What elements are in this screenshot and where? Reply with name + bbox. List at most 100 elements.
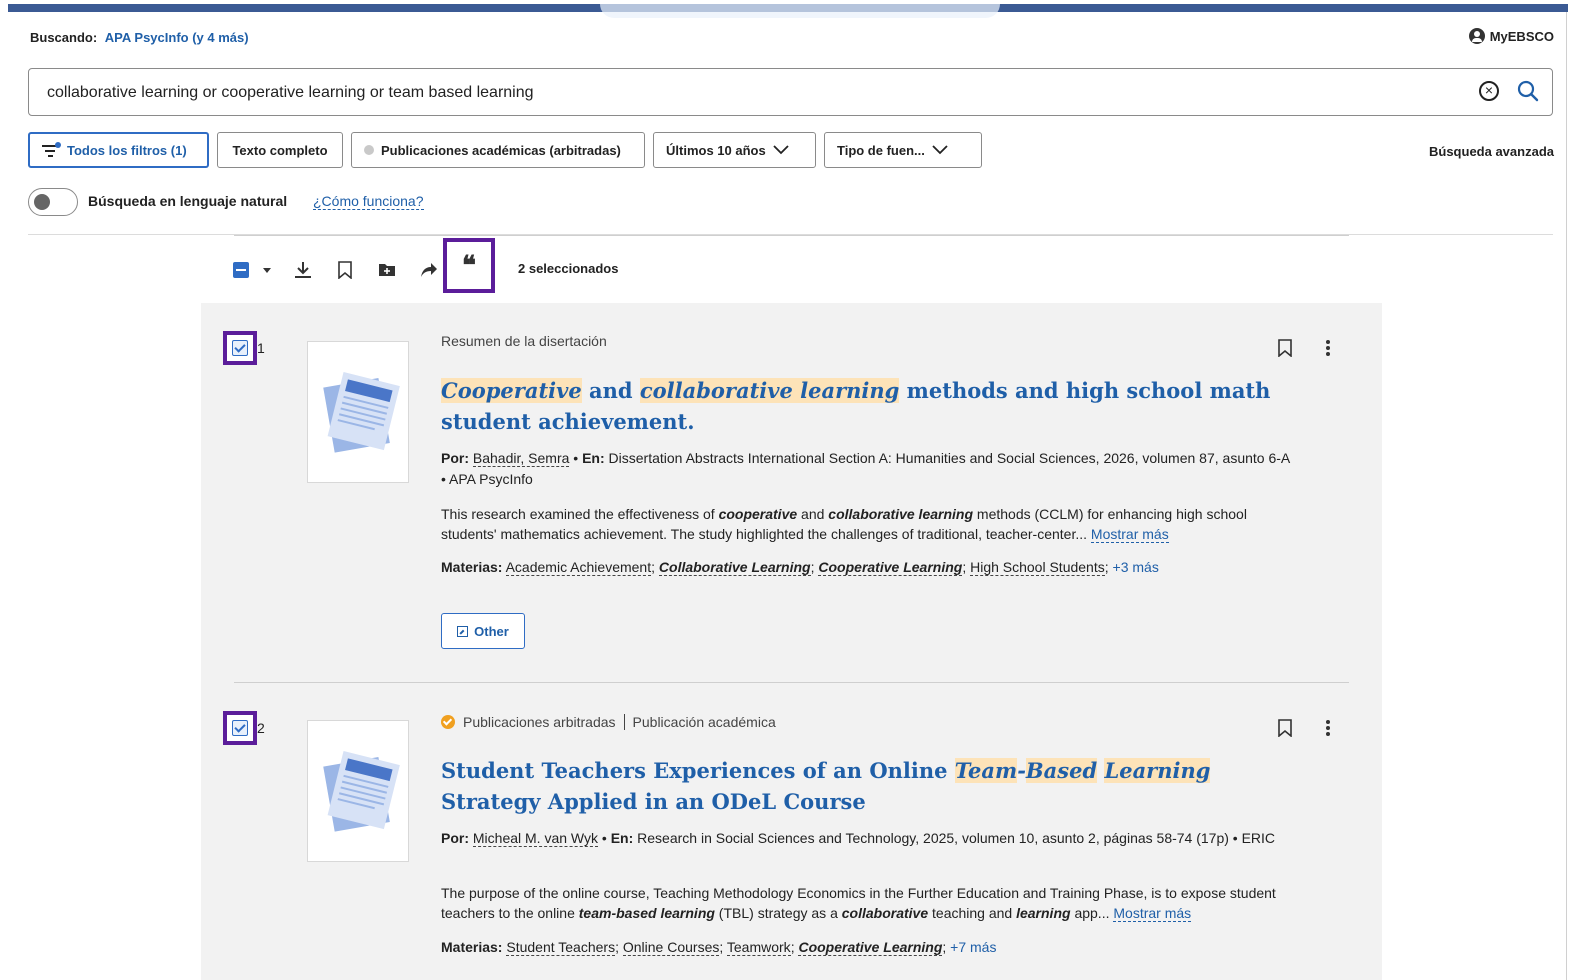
share-icon[interactable] xyxy=(419,260,439,280)
searching-label: Buscando: xyxy=(30,30,98,45)
myebsco-button[interactable]: MyEBSCO xyxy=(1468,28,1554,44)
all-filters-label: Todos los filtros (1) xyxy=(67,142,187,158)
more-subjects-link[interactable]: +3 más xyxy=(1113,559,1159,575)
select-all-checkbox[interactable] xyxy=(233,262,249,278)
subject-link[interactable]: Online Courses xyxy=(622,939,720,956)
more-options-icon[interactable] xyxy=(1320,719,1336,737)
full-text-label: Texto completo xyxy=(232,142,328,158)
title-text: Student Teachers Experiences of an Onlin… xyxy=(441,758,955,783)
select-menu-caret-icon[interactable] xyxy=(263,267,271,273)
title-text: Strategy Applied in an ODeL Course xyxy=(441,789,866,814)
result-checkbox[interactable] xyxy=(223,711,257,745)
subjects-label: Materias: xyxy=(441,939,503,955)
title-text: and xyxy=(581,378,640,403)
chevron-down-icon xyxy=(773,145,789,155)
subjects-label: Materias: xyxy=(441,559,503,575)
external-link-icon xyxy=(457,625,469,637)
add-to-folder-icon[interactable] xyxy=(377,260,397,280)
author-link[interactable]: Bahadir, Semra xyxy=(472,450,570,467)
result-number: 2 xyxy=(257,720,265,736)
result-byline: Por: Micheal M. van Wyk • En: Research i… xyxy=(441,830,1276,847)
document-thumbnail[interactable] xyxy=(307,720,409,862)
document-type-label: Publicación académica xyxy=(632,714,776,730)
subject-link[interactable]: High School Students xyxy=(970,559,1105,576)
author-link[interactable]: Micheal M. van Wyk xyxy=(472,830,599,847)
search-icon[interactable] xyxy=(1516,79,1540,103)
separator-bar xyxy=(623,714,625,730)
abstract-text: This research examined the effectiveness… xyxy=(441,506,719,522)
show-more-link[interactable]: Mostrar más xyxy=(1090,526,1169,543)
document-icon xyxy=(323,372,400,453)
top-accent-curve xyxy=(600,4,1000,18)
subject-link[interactable]: Collaborative Learning xyxy=(658,559,811,576)
title-highlight: Team xyxy=(954,758,1018,783)
subject-link[interactable]: Student Teachers xyxy=(506,939,616,956)
peer-reviewed-icon xyxy=(441,715,455,729)
search-input[interactable] xyxy=(45,79,1449,107)
abstract-text: teaching and xyxy=(928,905,1017,921)
result-separator xyxy=(234,682,1349,683)
more-options-icon[interactable] xyxy=(1320,339,1336,357)
subject-link[interactable]: Cooperative Learning xyxy=(818,559,963,576)
peer-reviewed-label: Publicaciones académicas (arbitradas) xyxy=(381,142,621,158)
peer-reviewed-label: Publicaciones arbitradas xyxy=(463,714,616,730)
result-checkbox[interactable] xyxy=(223,331,257,365)
more-subjects-link[interactable]: +7 más xyxy=(950,939,996,955)
result-title[interactable]: Cooperative and collaborative learning m… xyxy=(441,375,1291,437)
source-text: Research in Social Sciences and Technolo… xyxy=(637,830,1276,846)
document-thumbnail[interactable] xyxy=(307,341,409,483)
result-subjects: Materias: Academic Achievement; Collabor… xyxy=(441,559,1159,576)
search-box: × xyxy=(28,68,1553,116)
filter-icon xyxy=(42,142,61,158)
by-label: Por: xyxy=(441,830,469,846)
subject-link[interactable]: Cooperative Learning xyxy=(798,939,943,956)
checkbox-checked-icon xyxy=(232,720,248,736)
bookmark-icon[interactable] xyxy=(1277,719,1293,737)
document-type: Publicaciones arbitradas Publicación aca… xyxy=(441,714,776,730)
how-it-works-link[interactable]: ¿Cómo funciona? xyxy=(313,193,424,210)
full-text-filter[interactable]: Texto completo xyxy=(217,132,343,168)
other-link-button[interactable]: Other xyxy=(441,613,525,649)
result-abstract: This research examined the effectiveness… xyxy=(441,504,1291,544)
natural-language-label: Búsqueda en lenguaje natural xyxy=(88,193,288,209)
result-number: 1 xyxy=(257,340,265,356)
natural-language-toggle[interactable] xyxy=(28,188,78,216)
source-type-dropdown[interactable]: Tipo de fuen... xyxy=(824,132,982,168)
results-toolbar xyxy=(233,256,439,284)
document-type-label: Resumen de la disertación xyxy=(441,333,607,349)
subject-link[interactable]: Teamwork xyxy=(726,939,791,956)
abstract-term: team-based learning xyxy=(578,905,715,921)
abstract-term: learning xyxy=(1016,905,1071,921)
document-type: Resumen de la disertación xyxy=(441,333,607,349)
title-text: - xyxy=(1017,758,1026,783)
cite-icon[interactable]: ❝ xyxy=(443,238,495,293)
abstract-text: and xyxy=(797,506,829,522)
advanced-search-link[interactable]: Búsqueda avanzada xyxy=(1429,144,1554,159)
title-highlight: collaborative learning xyxy=(639,378,900,403)
show-more-link[interactable]: Mostrar más xyxy=(1113,905,1192,922)
date-range-dropdown[interactable]: Últimos 10 años xyxy=(653,132,816,168)
other-link-label: Other xyxy=(474,623,509,639)
page-border xyxy=(1566,12,1567,980)
result-title[interactable]: Student Teachers Experiences of an Onlin… xyxy=(441,755,1291,817)
selected-count: 2 seleccionados xyxy=(518,261,619,276)
by-label: Por: xyxy=(441,450,469,466)
abstract-term: collaborative xyxy=(841,905,929,921)
toggle-dot-icon xyxy=(364,145,374,155)
in-label: En: xyxy=(610,830,634,846)
download-icon[interactable] xyxy=(293,260,313,280)
checkbox-checked-icon xyxy=(232,340,248,356)
abstract-term: collaborative learning xyxy=(828,506,974,522)
all-filters-button[interactable]: Todos los filtros (1) xyxy=(28,132,209,168)
databases-link[interactable]: APA PsycInfo (y 4 más) xyxy=(105,30,249,45)
clear-search-icon[interactable]: × xyxy=(1479,81,1499,101)
toggle-knob xyxy=(34,194,50,210)
title-highlight: Learning xyxy=(1104,758,1211,783)
date-range-label: Últimos 10 años xyxy=(666,142,766,158)
result-byline: Por: Bahadir, Semra • En: Dissertation A… xyxy=(441,450,1290,487)
bookmark-icon[interactable] xyxy=(335,260,355,280)
subject-link[interactable]: Academic Achievement xyxy=(505,559,652,576)
title-highlight: Based xyxy=(1025,758,1098,783)
peer-reviewed-filter[interactable]: Publicaciones académicas (arbitradas) xyxy=(351,132,645,168)
bookmark-icon[interactable] xyxy=(1277,339,1293,357)
